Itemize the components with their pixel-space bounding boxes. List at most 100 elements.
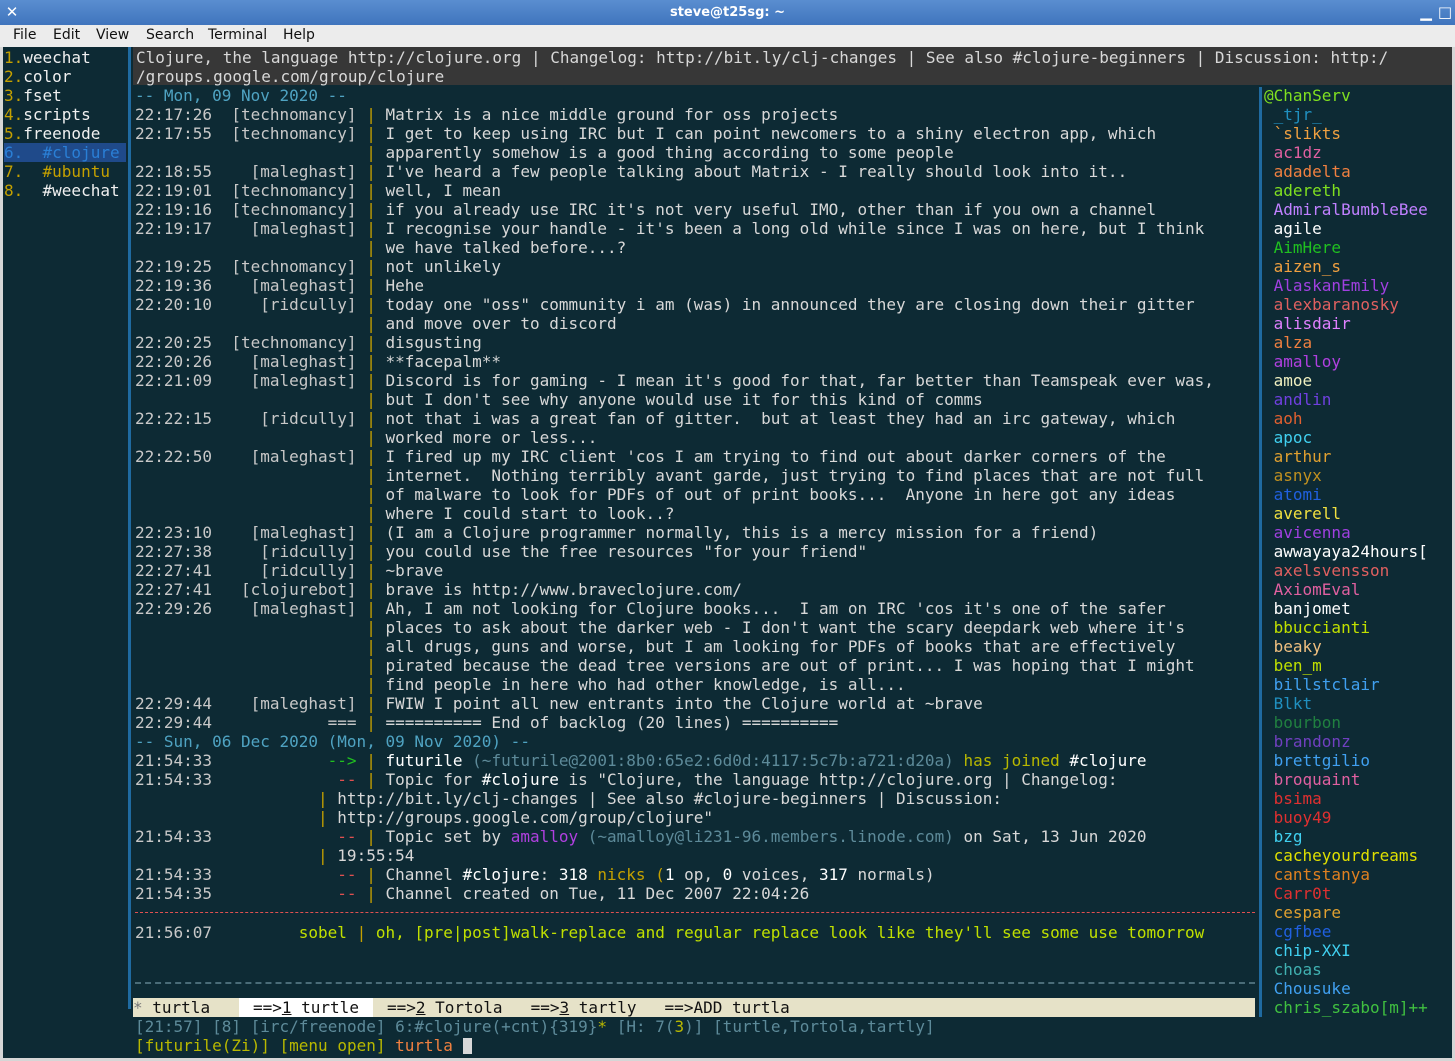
nick-entry[interactable]: chris_szabo[m]++	[1264, 998, 1428, 1017]
nick-entry[interactable]: broquaint	[1264, 770, 1361, 789]
nick-entry[interactable]: brandonz	[1264, 732, 1351, 751]
completion-item[interactable]: ==>2 Tortola	[373, 998, 517, 1017]
buffer-item[interactable]: 1.weechat	[4, 48, 91, 67]
topic-line-2: /groups.google.com/group/clojure	[136, 67, 445, 86]
nick	[135, 143, 357, 162]
nick-entry[interactable]: bbuccianti	[1264, 618, 1370, 637]
message-text: not that i was a great fan of gitter. bu…	[385, 409, 1176, 428]
chat-message: 22:29:44 [maleghast] | FWIW I point all …	[135, 694, 983, 713]
nick-entry[interactable]: apoc	[1264, 428, 1313, 447]
nick-entry[interactable]: chip-XXI	[1264, 941, 1351, 960]
nick-entry[interactable]: axelsvensson	[1264, 561, 1390, 580]
nick-entry[interactable]: choas	[1264, 960, 1322, 979]
timestamp: 22:19:17	[135, 219, 213, 238]
nick-entry[interactable]: bzg	[1264, 827, 1303, 846]
nick	[135, 314, 357, 333]
timestamp: 22:27:41	[135, 561, 213, 580]
nick-entry[interactable]: agile	[1264, 219, 1322, 238]
nick-entry[interactable]: cacheyourdreams	[1264, 846, 1419, 865]
buffer-item[interactable]: 8. #weechat	[4, 181, 120, 200]
completion-item[interactable]: ==>3 tartly	[517, 998, 651, 1017]
nick-entry[interactable]: alexbaranosky	[1264, 295, 1399, 314]
nick-entry[interactable]: cespare	[1264, 903, 1341, 922]
nick-entry[interactable]: awwayaya24hours[	[1264, 542, 1428, 561]
message-text: Hehe	[385, 276, 424, 295]
timestamp: 22:29:44	[135, 713, 213, 732]
chat-message: 22:22:50 [maleghast] | I fired up my IRC…	[135, 447, 1166, 466]
nick-entry[interactable]: ben_m	[1264, 656, 1322, 675]
menu-view[interactable]: View	[96, 27, 129, 43]
nick-entry[interactable]: alisdair	[1264, 314, 1351, 333]
maximize-window-icon[interactable]: □	[1436, 3, 1454, 21]
nick-entry[interactable]: billstclair	[1264, 675, 1380, 694]
nick-entry[interactable]: aizen_s	[1264, 257, 1341, 276]
menu-search[interactable]: Search	[146, 27, 194, 43]
menu-file[interactable]: File	[13, 27, 36, 43]
buffer-item[interactable]: 4.scripts	[4, 105, 91, 124]
nick-entry[interactable]: aoh	[1264, 409, 1303, 428]
nick-entry[interactable]: @ChanServ	[1264, 86, 1351, 105]
nick-entry[interactable]: banjomet	[1264, 599, 1351, 618]
chat-message-cont: | of malware to look for PDFs of out of …	[135, 485, 1175, 504]
nick-entry[interactable]: bourbon	[1264, 713, 1341, 732]
message-text: apparently somehow is a good thing accor…	[385, 143, 954, 162]
nick-entry[interactable]: cgfbee	[1264, 922, 1332, 941]
nick-entry[interactable]: amoe	[1264, 371, 1313, 390]
completion-item[interactable]: ==>1 turtle	[238, 998, 373, 1017]
nick-entry[interactable]: atomi	[1264, 485, 1322, 504]
menu-terminal[interactable]: Terminal	[208, 27, 267, 43]
menu-edit[interactable]: Edit	[53, 27, 80, 43]
message-text: today one "oss" community i am (was) in …	[385, 295, 1195, 314]
input-line[interactable]: [futurile(Zi)] [menu open] turtla	[135, 1036, 472, 1055]
completion-status-bar: * turtla ==>1 turtle ==>2 Tortola ==>3 tar…	[133, 998, 1255, 1017]
nick-entry[interactable]: adadelta	[1264, 162, 1351, 181]
nick-entry[interactable]: averell	[1264, 504, 1341, 523]
timestamp: 22:27:41	[135, 580, 213, 599]
buffer-item[interactable]: 2.color	[4, 67, 71, 86]
nick-entry[interactable]: bsima	[1264, 789, 1322, 808]
buffer-number: 6.	[4, 143, 24, 162]
completion-item[interactable]: ==>ADD turtla	[651, 998, 804, 1017]
terminal-area[interactable]: 1.weechat 2.color 3.fset 4.scripts 5.freenod…	[3, 47, 1452, 1058]
chat-message: 22:19:25 [technomancy] | not unlikely	[135, 257, 502, 276]
nick-entry[interactable]: beaky	[1264, 637, 1322, 656]
nick-entry[interactable]: cantstanya	[1264, 865, 1370, 884]
nick-entry[interactable]: amalloy	[1264, 352, 1341, 371]
nick	[135, 637, 357, 656]
message-text: of malware to look for PDFs of out of pr…	[385, 485, 1176, 504]
menu-help[interactable]: Help	[283, 27, 315, 43]
buffer-number: 5.	[4, 124, 24, 143]
buffer-name: #weechat	[23, 181, 120, 200]
nicklist: @ChanServ _tjr_ `slikts ac1dz adadelta a…	[1264, 85, 1452, 1019]
buffer-name: weechat	[23, 48, 91, 67]
nick: [technomancy]	[212, 105, 357, 124]
nick-entry[interactable]: AdmiralBumbleBee	[1264, 200, 1428, 219]
nick-entry[interactable]: brettgilio	[1264, 751, 1370, 770]
nick-entry[interactable]: buoy49	[1264, 808, 1332, 827]
timestamp: 22:23:10	[135, 523, 213, 542]
nick-entry[interactable]: andlin	[1264, 390, 1332, 409]
nick: [maleghast]	[212, 162, 357, 181]
date-separator: -- Sun, 06 Dec 2020 (Mon, 09 Nov 2020) -…	[135, 732, 530, 751]
minimize-window-icon[interactable]: ▁	[1417, 3, 1435, 21]
buffer-item[interactable]: 3.fset	[4, 86, 62, 105]
nick-entry[interactable]: AxiomEval	[1264, 580, 1361, 599]
nick-entry[interactable]: ac1dz	[1264, 143, 1322, 162]
nick-entry[interactable]: asnyx	[1264, 466, 1322, 485]
nick-entry[interactable]: Chousuke	[1264, 979, 1351, 998]
buffer-item[interactable]: 7. #ubuntu	[4, 162, 110, 181]
nick-entry[interactable]: alza	[1264, 333, 1313, 352]
nick-entry[interactable]: avicenna	[1264, 523, 1351, 542]
nick-entry[interactable]: _tjr_	[1264, 105, 1322, 124]
buffer-item[interactable]: 6. #clojure	[4, 143, 126, 162]
nick	[135, 238, 357, 257]
nick-entry[interactable]: Blkt	[1264, 694, 1313, 713]
nick-entry[interactable]: AlaskanEmily	[1264, 276, 1390, 295]
nick-entry[interactable]: arthur	[1264, 447, 1332, 466]
buffer-item[interactable]: 5.freenode	[4, 124, 100, 143]
message-text: places to ask about the darker web - I d…	[385, 618, 1185, 637]
nick-entry[interactable]: Carr0t	[1264, 884, 1332, 903]
nick-entry[interactable]: `slikts	[1264, 124, 1341, 143]
nick-entry[interactable]: AimHere	[1264, 238, 1341, 257]
nick-entry[interactable]: adereth	[1264, 181, 1341, 200]
